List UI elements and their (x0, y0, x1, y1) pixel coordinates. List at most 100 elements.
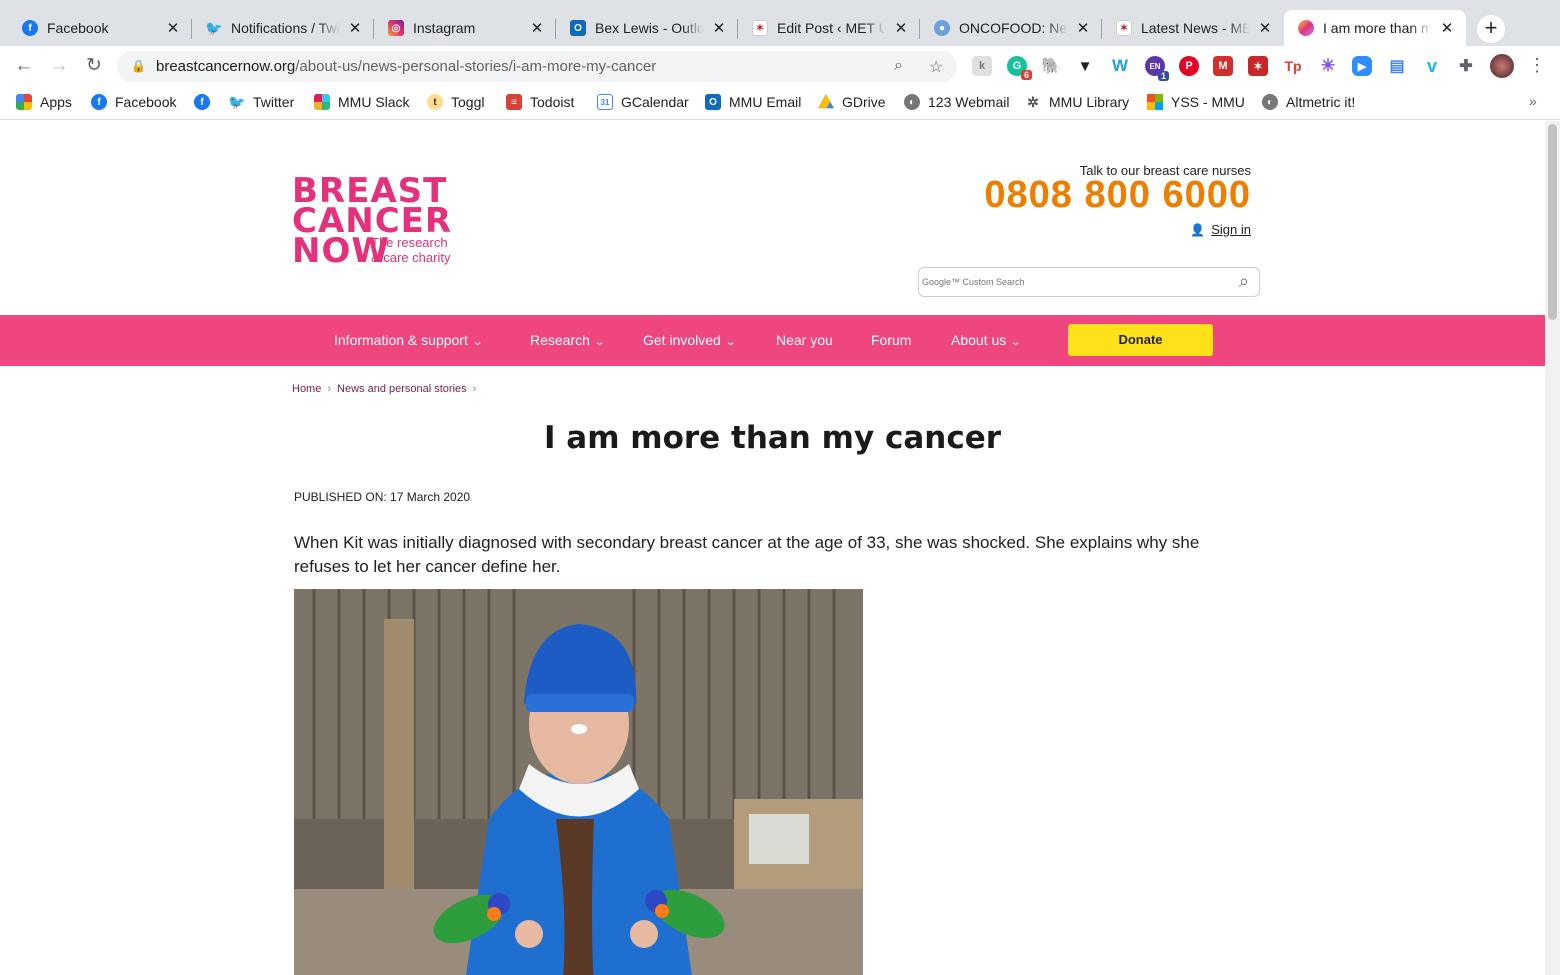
tab-active-article[interactable]: I am more than my cancer ✕ (1284, 10, 1466, 46)
article-intro: When Kit was initially diagnosed with se… (294, 533, 1200, 576)
ext-icon[interactable]: ✶ (1248, 56, 1268, 76)
zoom-icon[interactable]: ⌕ (894, 57, 903, 75)
tab-twitter[interactable]: 🐦 Notifications / Twitter ✕ (192, 10, 374, 46)
sign-in-link[interactable]: 👤 Sign in (1190, 222, 1251, 237)
menu-icon[interactable]: ⋮ (1528, 55, 1546, 76)
close-icon[interactable]: ✕ (892, 19, 910, 37)
tab-facebook[interactable]: f Facebook ✕ (8, 10, 192, 46)
close-icon[interactable]: ✕ (346, 19, 364, 37)
tab-strip: f Facebook ✕ 🐦 Notifications / Twitter ✕… (0, 0, 1560, 46)
bookmark-label: YSS - MMU (1171, 94, 1245, 110)
bookmark-mmu-library[interactable]: ✲ MMU Library (1025, 94, 1129, 110)
nav-about-us[interactable]: About us ⌄ (951, 332, 1022, 348)
bookmark-altmetric[interactable]: ◐ Altmetric it! (1262, 94, 1355, 110)
bookmark-label: MMU Slack (338, 94, 410, 110)
photo-of-kit-with-lorikeets (294, 589, 863, 975)
w-icon[interactable]: W (1110, 56, 1130, 76)
nav-label: Near you (776, 332, 833, 348)
grammarly-icon[interactable]: G6 (1007, 56, 1032, 80)
bookmark-toggl[interactable]: t Toggl (427, 94, 484, 110)
bookmark-slack[interactable]: MMU Slack (314, 94, 410, 110)
vimeo-icon[interactable]: v (1422, 56, 1442, 76)
close-icon[interactable]: ✕ (528, 19, 546, 37)
address-bar[interactable]: 🔒 breastcancernow.org/about-us/news-pers… (117, 51, 957, 82)
tab-title: Edit Post ‹ MET UP (777, 20, 886, 36)
article-photo (294, 589, 863, 975)
close-icon[interactable]: ✕ (1256, 19, 1274, 37)
back-icon[interactable]: ← (12, 54, 36, 78)
breadcrumb-home[interactable]: Home (292, 383, 321, 395)
owl-icon[interactable]: ▼ (1075, 56, 1095, 76)
tab-instagram[interactable]: ◎ Instagram ✕ (374, 10, 556, 46)
new-tab-button[interactable]: + (1477, 15, 1505, 43)
facebook-icon: f (194, 94, 210, 110)
bookmark-star-icon[interactable]: ☆ (929, 57, 943, 77)
phone-number[interactable]: 0808 800 6000 (984, 174, 1251, 217)
grammarly-badge: 6 (1020, 70, 1032, 80)
main-navigation: Information & support ⌄ Research ⌄ Get inv… (0, 315, 1545, 366)
breast-cancer-now-icon (1298, 20, 1314, 36)
mendeley-icon[interactable]: M (1213, 56, 1233, 76)
close-icon[interactable]: ✕ (164, 19, 182, 37)
evernote-icon[interactable]: 🐘 (1041, 56, 1061, 76)
tab-edit-post[interactable]: ✶ Edit Post ‹ MET UP ✕ (738, 10, 920, 46)
close-icon[interactable]: ✕ (1438, 19, 1456, 37)
browser-toolbar: ← → ↻ 🔒 breastcancernow.org/about-us/new… (0, 46, 1560, 86)
bookmark-facebook[interactable]: f Facebook (91, 94, 176, 110)
nav-research[interactable]: Research ⌄ (530, 332, 606, 348)
bookmark-facebook-2[interactable]: f (194, 94, 218, 110)
forward-icon[interactable]: → (47, 54, 71, 78)
tab-title: Latest News - MET (1141, 20, 1250, 36)
bookmark-label: Twitter (253, 94, 295, 110)
tab-oncofood[interactable]: ● ONCOFOOD: News ✕ (920, 10, 1102, 46)
globe-icon: ◐ (1262, 94, 1278, 110)
bookmark-twitter[interactable]: 🐦 Twitter (228, 94, 295, 111)
breast-cancer-now-logo[interactable]: BREAST CANCER NOW The research & care ch… (292, 171, 472, 273)
chevron-down-icon: ⌄ (471, 336, 484, 348)
search-input[interactable] (922, 272, 1222, 292)
donate-button[interactable]: Donate (1068, 324, 1213, 356)
reload-icon[interactable]: ↻ (82, 54, 106, 78)
en-icon[interactable]: EN 1 (1145, 56, 1169, 81)
bookmark-gcalendar[interactable]: 31 GCalendar (597, 94, 689, 110)
bookmark-yss-mmu[interactable]: YSS - MMU (1147, 94, 1245, 110)
close-icon[interactable]: ✕ (710, 19, 728, 37)
scrollbar-thumb[interactable] (1548, 124, 1557, 320)
apps-grid-icon (16, 94, 32, 110)
tagline-line-2: & care charity (371, 250, 451, 265)
nav-information-support[interactable]: Information & support ⌄ (334, 332, 484, 348)
nav-get-involved[interactable]: Get involved ⌄ (643, 332, 736, 348)
puzzle-icon[interactable]: ✚ (1456, 56, 1476, 76)
site-search: ⌕ (918, 267, 1260, 297)
bookmark-todoist[interactable]: ≡ Todoist (506, 94, 574, 110)
bookmark-label: Apps (40, 94, 72, 110)
pinterest-icon[interactable]: P (1179, 56, 1199, 76)
bookmark-apps[interactable]: Apps (16, 94, 72, 110)
nav-forum[interactable]: Forum (871, 332, 911, 348)
bookmark-label: Todoist (530, 94, 575, 110)
bookmark-123-webmail[interactable]: ◐ 123 Webmail (904, 94, 1009, 110)
en-badge: 1 (1157, 71, 1169, 81)
lock-icon: 🔒 (131, 58, 146, 73)
search-icon[interactable]: ⌕ (1239, 271, 1249, 292)
docs-icon[interactable]: ▤ (1387, 56, 1407, 76)
tab-outlook[interactable]: O Bex Lewis - Outlook ✕ (556, 10, 738, 46)
extension-icon[interactable]: k (972, 56, 992, 76)
chevron-double-right-icon[interactable]: » (1529, 93, 1537, 109)
tab-latest-news[interactable]: ✶ Latest News - MET ✕ (1102, 10, 1284, 46)
tp-icon[interactable]: Tp (1283, 56, 1303, 76)
asterisk-icon[interactable]: ✳ (1318, 56, 1338, 76)
nav-near-you[interactable]: Near you (776, 332, 833, 348)
breadcrumb-separator: › (327, 383, 332, 395)
breadcrumb-news[interactable]: News and personal stories (337, 383, 467, 395)
globe-icon: ◐ (904, 94, 920, 110)
bookmark-label: MMU Library (1049, 94, 1130, 110)
tagline-line-1: The research (371, 235, 448, 250)
zoom-meeting-icon[interactable]: ▶ (1352, 56, 1372, 76)
nav-label: Research (530, 332, 590, 348)
page-title: I am more than my cancer (543, 420, 1002, 456)
bookmark-mmu-email[interactable]: O MMU Email (705, 94, 801, 110)
close-icon[interactable]: ✕ (1074, 19, 1092, 37)
avatar[interactable] (1490, 54, 1514, 78)
bookmark-gdrive[interactable]: GDrive (818, 94, 886, 110)
